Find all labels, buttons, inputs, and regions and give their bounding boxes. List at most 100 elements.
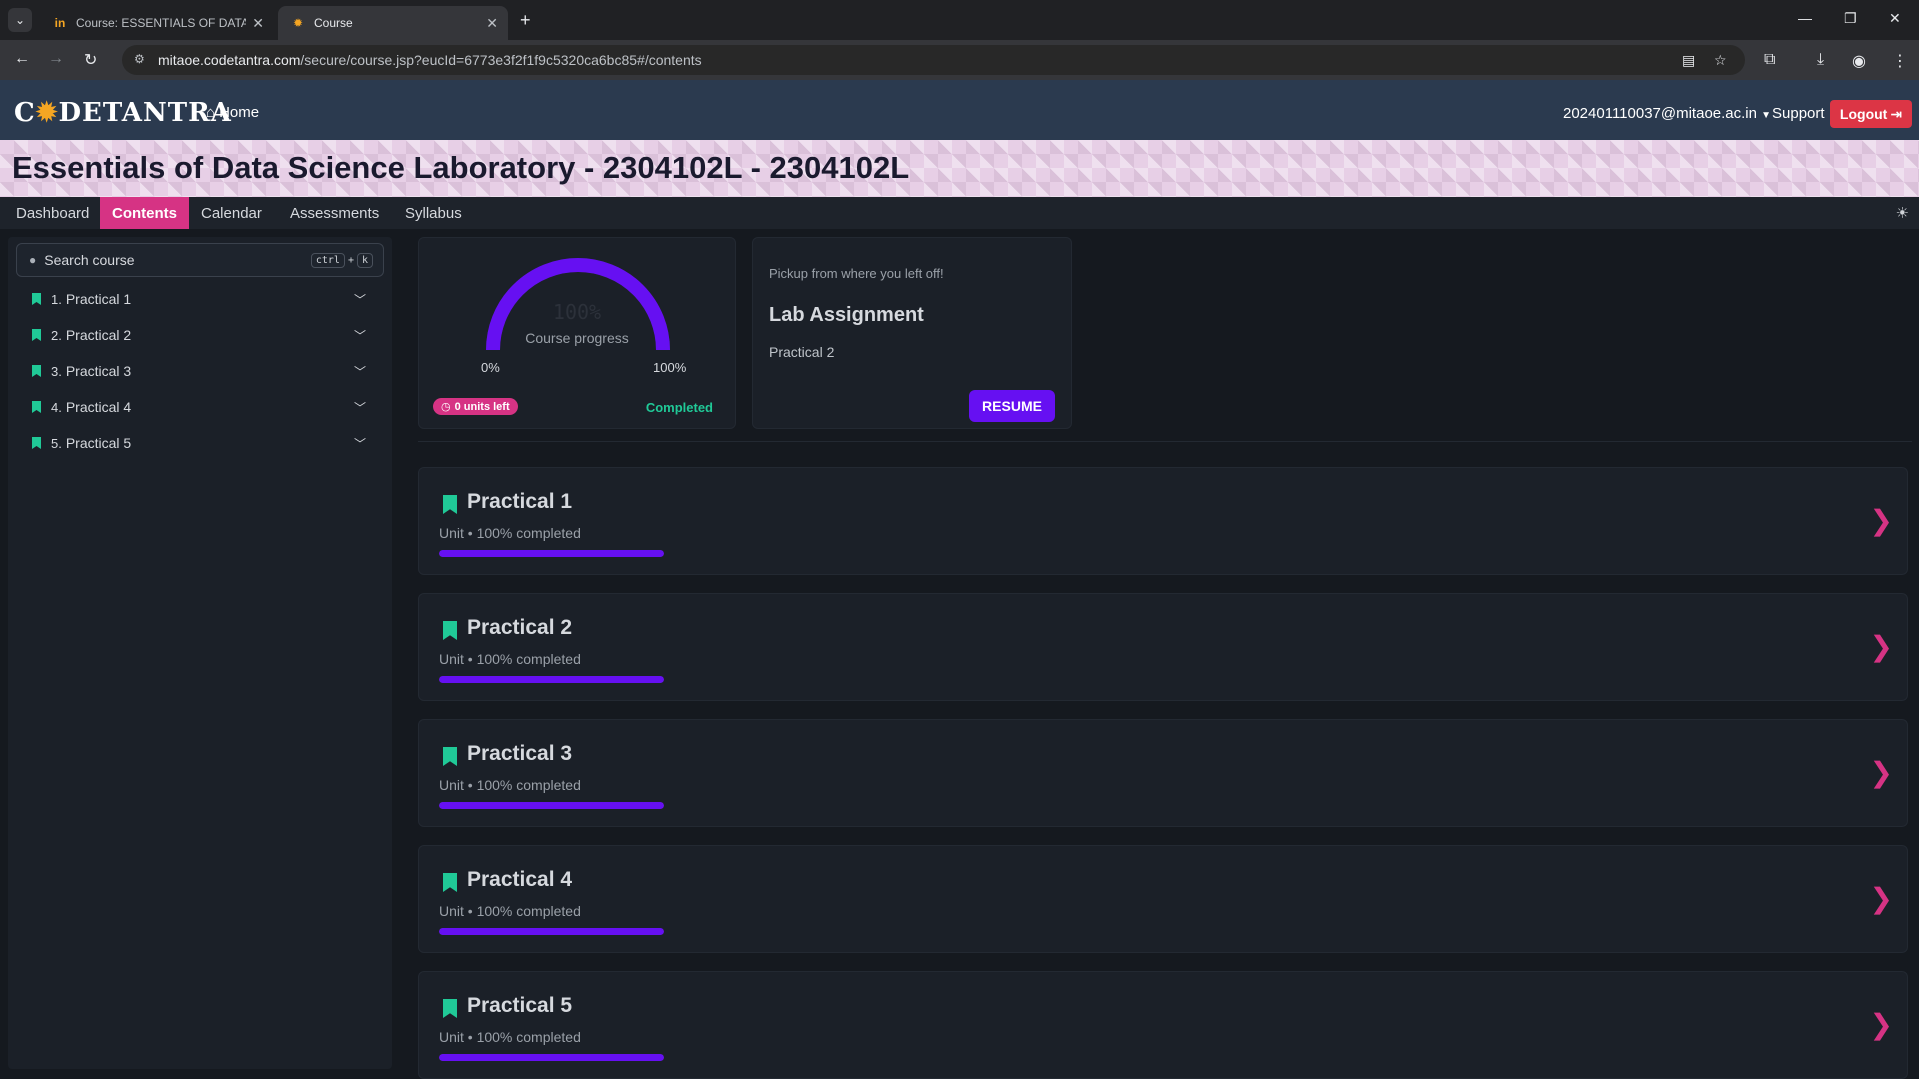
resume-subtitle: Practical 2 (769, 344, 835, 360)
unit-card-practical-3[interactable]: Practical 3 Unit • 100% completed ❯ (418, 719, 1908, 827)
tab-list-chevron-icon[interactable]: ⌄ (8, 8, 32, 32)
tab-calendar[interactable]: Calendar (189, 197, 274, 229)
unit-progress-fill (439, 1054, 664, 1061)
unit-card-practical-5[interactable]: Practical 5 Unit • 100% completed ❯ (418, 971, 1908, 1079)
close-tab-icon[interactable]: ✕ (486, 15, 498, 32)
back-arrow-icon[interactable]: ← (14, 50, 30, 68)
unit-progress-bar (439, 1054, 664, 1061)
pickup-text: Pickup from where you left off! (769, 266, 944, 281)
bookmark-icon (32, 401, 41, 413)
browser-tab-1[interactable]: in Course: ESSENTIALS OF DATA S ✕ (40, 6, 274, 40)
course-tabs: Dashboard Contents Calendar Assessments … (0, 197, 1919, 229)
gauge-max-label: 100% (653, 360, 687, 375)
bookmark-icon (32, 437, 41, 449)
reload-icon[interactable]: ↻ (84, 50, 97, 70)
page-title: Essentials of Data Science Laboratory - … (12, 150, 910, 185)
address-bar[interactable]: ⚙ mitaoe.codetantra.com/secure/course.js… (122, 45, 1745, 75)
kbd-plus: + (347, 255, 354, 266)
profile-avatar-icon[interactable]: ◉ (1852, 51, 1866, 71)
tab-contents[interactable]: Contents (100, 197, 189, 229)
download-icon[interactable]: ⤓ (1817, 51, 1824, 69)
browser-toolbar: ← → ↻ ⚙ mitaoe.codetantra.com/secure/cou… (0, 40, 1919, 80)
resume-button[interactable]: RESUME (969, 390, 1055, 422)
chevron-right-icon[interactable]: ❯ (1870, 630, 1893, 663)
codetantra-favicon-icon: ✹ (292, 16, 304, 30)
logout-icon: ⇥ (1890, 105, 1903, 122)
search-placeholder: Search course (44, 252, 135, 268)
chevron-down-icon[interactable]: ﹀ (354, 291, 366, 308)
bookmark-icon (32, 365, 41, 377)
chevron-right-icon[interactable]: ❯ (1870, 756, 1893, 789)
search-input[interactable]: ● Search course ctrl + k (16, 243, 384, 277)
divider (418, 441, 1912, 442)
unit-title: Practical 1 (467, 490, 573, 513)
unit-progress-bar (439, 928, 664, 935)
main-content: ● Search course ctrl + k 1. Practical 1 … (0, 229, 1919, 1079)
chevron-down-icon[interactable]: ﹀ (354, 327, 366, 344)
resume-card: Pickup from where you left off! Lab Assi… (752, 237, 1072, 429)
unit-progress-bar (439, 550, 664, 557)
theme-toggle-icon[interactable]: ☀ (1896, 204, 1909, 222)
new-tab-plus-icon[interactable]: + (520, 10, 531, 31)
sidebar-item-num: 5. (51, 435, 62, 451)
restore-icon[interactable]: ❐ (1844, 10, 1857, 27)
chevron-down-icon[interactable]: ﹀ (354, 399, 366, 416)
sidebar-item-practical-4[interactable]: 4. Practical 4 ﹀ (32, 390, 384, 424)
unit-title: Practical 5 (467, 994, 573, 1017)
more-menu-icon[interactable]: ⋮ (1892, 51, 1908, 71)
unit-progress-fill (439, 928, 664, 935)
app-navbar: C✹DETANTRA ⌂ Home 202401110037@mitaoe.ac.… (0, 80, 1919, 140)
sidebar-item-label: Practical 2 (65, 327, 132, 343)
forward-arrow-icon[interactable]: → (48, 50, 64, 68)
unit-title: Practical 3 (467, 742, 573, 765)
unit-progress-fill (439, 676, 664, 683)
kbd-key: k (356, 253, 373, 268)
chevron-right-icon[interactable]: ❯ (1870, 1008, 1893, 1041)
progress-percent: 100% (552, 300, 602, 324)
sidebar-item-practical-5[interactable]: 5. Practical 5 ﹀ (32, 426, 384, 460)
course-banner: Essentials of Data Science Laboratory - … (0, 140, 1919, 197)
unit-progress-bar (439, 676, 664, 683)
codetantra-logo[interactable]: C✹DETANTRA (14, 98, 232, 128)
browser-tab-title: Course (314, 16, 353, 30)
units-left-text: 0 units left (454, 400, 510, 413)
unit-card-practical-2[interactable]: Practical 2 Unit • 100% completed ❯ (418, 593, 1908, 701)
sidebar-item-practical-2[interactable]: 2. Practical 2 ﹀ (32, 318, 384, 352)
chevron-right-icon[interactable]: ❯ (1870, 882, 1893, 915)
browser-tab-2[interactable]: ✹ Course ✕ (278, 6, 508, 40)
tab-dashboard[interactable]: Dashboard (4, 197, 101, 229)
chevron-down-icon[interactable]: ﹀ (354, 435, 366, 452)
chevron-right-icon[interactable]: ❯ (1870, 504, 1893, 537)
logout-button[interactable]: Logout ⇥ (1830, 100, 1912, 128)
window-close-icon[interactable]: ✕ (1889, 10, 1901, 27)
sidebar-item-label: Practical 1 (65, 291, 132, 307)
close-tab-icon[interactable]: ✕ (252, 15, 264, 32)
extensions-icon[interactable]: ⧉ (1764, 51, 1775, 69)
site-info-icon[interactable]: ⚙ (134, 52, 145, 66)
bookmark-icon (32, 293, 41, 305)
save-page-icon[interactable]: ▤ (1682, 52, 1695, 69)
sidebar-item-num: 3. (51, 363, 62, 379)
unit-card-practical-4[interactable]: Practical 4 Unit • 100% completed ❯ (418, 845, 1908, 953)
sidebar-item-practical-1[interactable]: 1. Practical 1 ﹀ (32, 282, 384, 316)
unit-subtitle: Unit • 100% completed (439, 525, 581, 541)
sidebar-item-label: Practical 3 (65, 363, 132, 379)
url-path: /secure/course.jsp?eucId=6773e3f2f1f9c53… (300, 52, 702, 68)
support-link[interactable]: Support (1772, 105, 1825, 122)
sidebar-item-practical-3[interactable]: 3. Practical 3 ﹀ (32, 354, 384, 388)
bookmark-icon (443, 621, 457, 640)
tab-syllabus[interactable]: Syllabus (393, 197, 474, 229)
user-menu[interactable]: 202401110037@mitaoe.ac.in ▼ (1563, 105, 1771, 122)
tab-assessments[interactable]: Assessments (278, 197, 391, 229)
unit-card-practical-1[interactable]: Practical 1 Unit • 100% completed ❯ (418, 467, 1908, 575)
unit-progress-bar (439, 802, 664, 809)
logo-gear-icon: ✹ (35, 98, 59, 128)
sidebar-item-label: Practical 4 (65, 399, 132, 415)
minimize-icon[interactable]: — (1798, 10, 1812, 26)
home-link[interactable]: ⌂ Home (206, 104, 259, 121)
unit-subtitle: Unit • 100% completed (439, 777, 581, 793)
sidebar-item-label: Practical 5 (65, 435, 132, 451)
chevron-down-icon[interactable]: ﹀ (354, 363, 366, 380)
bookmark-icon (443, 873, 457, 892)
bookmark-star-icon[interactable]: ☆ (1714, 52, 1727, 69)
